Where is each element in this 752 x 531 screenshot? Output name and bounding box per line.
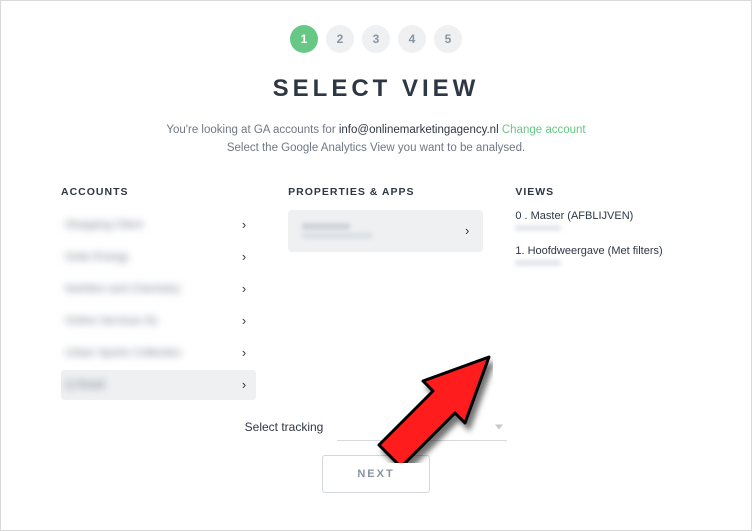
step-5[interactable]: 5 (434, 25, 462, 53)
account-item[interactable]: Nutrition and Chemistry › (61, 274, 256, 304)
property-label (302, 223, 372, 238)
chevron-right-icon: › (242, 217, 246, 232)
account-item[interactable]: Solar Energy › (61, 242, 256, 272)
select-tracking-label: Select tracking (245, 420, 324, 434)
view-item[interactable]: 1. Hoofdweergave (Met filters) (515, 245, 691, 266)
view-subtext (515, 260, 561, 266)
account-label: Nutrition and Chemistry (65, 283, 180, 295)
account-item-selected[interactable]: Q Retail › (61, 370, 256, 400)
change-account-link[interactable]: Change account (502, 124, 586, 136)
chevron-right-icon: › (242, 249, 246, 264)
account-item[interactable]: Online Services NL › (61, 306, 256, 336)
account-item[interactable]: Urban Sports Collection › (61, 338, 256, 368)
account-item[interactable]: Shopping Client › (61, 210, 256, 240)
step-3[interactable]: 3 (362, 25, 390, 53)
account-label: Online Services NL (65, 315, 159, 327)
step-1[interactable]: 1 (290, 25, 318, 53)
chevron-right-icon: › (242, 313, 246, 328)
next-button[interactable]: NEXT (322, 455, 429, 493)
view-label: 0 . Master (AFBLIJVEN) (515, 210, 691, 222)
select-tracking-dropdown[interactable] (337, 414, 507, 441)
views-heading: VIEWS (515, 186, 691, 198)
intro-email: info@onlinemarketingagency.nl (339, 124, 499, 136)
chevron-right-icon: › (242, 377, 246, 392)
stepper: 1 2 3 4 5 (61, 25, 691, 53)
chevron-right-icon: › (242, 281, 246, 296)
view-item[interactable]: 0 . Master (AFBLIJVEN) (515, 210, 691, 231)
accounts-column: ACCOUNTS Shopping Client › Solar Energy … (61, 186, 256, 402)
chevron-right-icon: › (242, 345, 246, 360)
step-2[interactable]: 2 (326, 25, 354, 53)
account-label: Solar Energy (65, 251, 129, 263)
view-subtext (515, 225, 561, 231)
chevron-right-icon: › (465, 223, 469, 238)
account-label: Urban Sports Collection (65, 347, 181, 359)
intro-text: You're looking at GA accounts for info@o… (61, 121, 691, 158)
account-label: Q Retail (65, 379, 105, 391)
intro-line2: Select the Google Analytics View you wan… (61, 139, 691, 157)
page-title: SELECT VIEW (61, 75, 691, 103)
accounts-heading: ACCOUNTS (61, 186, 256, 198)
properties-column: PROPERTIES & APPS › (288, 186, 483, 402)
views-column: VIEWS 0 . Master (AFBLIJVEN) 1. Hoofdwee… (515, 186, 691, 402)
property-item-selected[interactable]: › (288, 210, 483, 252)
properties-heading: PROPERTIES & APPS (288, 186, 483, 198)
account-label: Shopping Client (65, 219, 143, 231)
intro-prefix: You're looking at GA accounts for (166, 124, 338, 136)
view-label: 1. Hoofdweergave (Met filters) (515, 245, 691, 257)
step-4[interactable]: 4 (398, 25, 426, 53)
